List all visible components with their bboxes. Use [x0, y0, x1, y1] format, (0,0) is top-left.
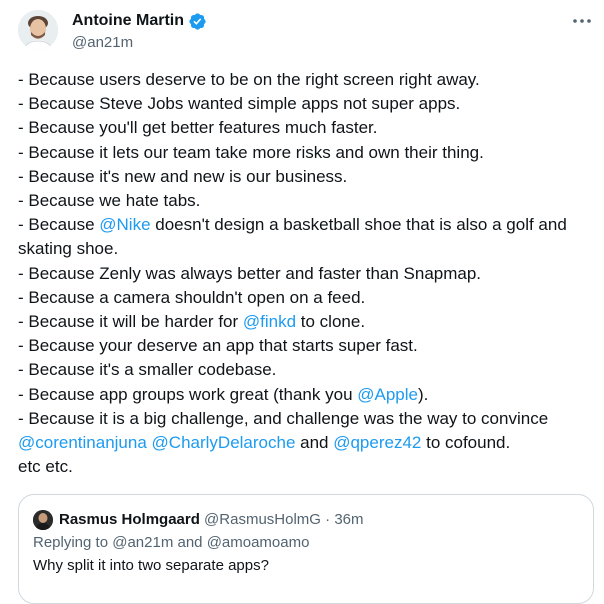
tweet-line: - Because Zenly was always better and fa… [18, 263, 482, 283]
mention-link[interactable]: @Nike [99, 215, 150, 234]
separator-dot: · [325, 511, 331, 528]
text-fragment: ). [418, 384, 429, 404]
mention-link[interactable]: @Apple [357, 385, 418, 404]
tweet-line: @corentinanjuna @CharlyDelaroche and @qp… [18, 431, 598, 455]
tweet-line: - Because it's a smaller codebase. [18, 360, 277, 380]
tweet-line: - Because @Nike doesn't design a basketb… [18, 213, 598, 237]
text-fragment: to cofound. [421, 433, 511, 453]
verified-badge-icon[interactable] [188, 12, 207, 31]
author-avatar[interactable] [18, 10, 58, 50]
tweet: Antoine Martin @an21m - Because users de… [0, 0, 604, 604]
quoted-tweet[interactable]: Rasmus Holmgaard @RasmusHolmG · 36m Repl… [18, 494, 594, 604]
quoted-author-avatar[interactable] [33, 510, 53, 530]
mention-link[interactable]: @qperez42 [333, 433, 421, 452]
tweet-line: - Because users deserve to be on the rig… [18, 70, 480, 89]
quoted-text: Why split it into two separate apps? [33, 557, 269, 574]
replying-and: and [173, 534, 207, 551]
tweet-line: - Because you'll get better features muc… [18, 118, 378, 138]
quoted-timestamp[interactable]: 36m [334, 511, 363, 528]
replying-to: Replying to @an21m and @amoamoamo [33, 533, 309, 553]
tweet-line: - Because it will be harder for @finkd t… [18, 310, 598, 334]
author-name[interactable]: Antoine Martin [72, 11, 207, 31]
tweet-line: skating shoe. [18, 239, 119, 259]
tweet-text: - Because users deserve to be on the rig… [18, 68, 598, 479]
quoted-author-name[interactable]: Rasmus Holmgaard [59, 511, 200, 528]
mention-link[interactable]: @CharlyDelaroche [152, 433, 296, 452]
tweet-line: - Because app groups work great (thank y… [18, 383, 598, 407]
text-fragment: to clone. [296, 312, 366, 332]
text-fragment: and [295, 433, 334, 453]
replying-prefix: Replying to [33, 534, 113, 551]
author-name-text[interactable]: Antoine Martin [72, 11, 184, 31]
text-fragment: - Because app groups work great (thank y… [18, 384, 358, 404]
text-fragment: doesn't design a basketball shoe that is… [150, 215, 567, 235]
mention-link[interactable]: @finkd [243, 312, 296, 331]
quoted-header: Rasmus Holmgaard @RasmusHolmG · 36m [59, 510, 364, 530]
quoted-author-handle[interactable]: @RasmusHolmG [204, 511, 321, 528]
text-fragment: - Because it will be harder for [18, 312, 243, 332]
mention-link[interactable]: @corentinanjuna [18, 433, 147, 452]
tweet-line: - Because it lets our team take more ris… [18, 142, 484, 162]
tweet-line: - Because we hate tabs. [18, 191, 201, 211]
more-horizontal-icon[interactable] [570, 13, 594, 29]
tweet-line: etc etc. [18, 457, 73, 477]
tweet-line: - Because your deserve an app that start… [18, 336, 418, 356]
tweet-line: - Because a camera shouldn't open on a f… [18, 287, 366, 307]
replying-mention[interactable]: @amoamoamo [207, 534, 310, 551]
tweet-line: - Because it's new and new is our busine… [18, 166, 348, 186]
replying-mention[interactable]: @an21m [112, 534, 173, 551]
text-fragment: - Because [18, 215, 100, 235]
author-handle[interactable]: @an21m [72, 33, 133, 52]
tweet-line: - Because it is a big challenge, and cha… [18, 408, 549, 428]
tweet-line: - Because Steve Jobs wanted simple apps … [18, 94, 461, 114]
